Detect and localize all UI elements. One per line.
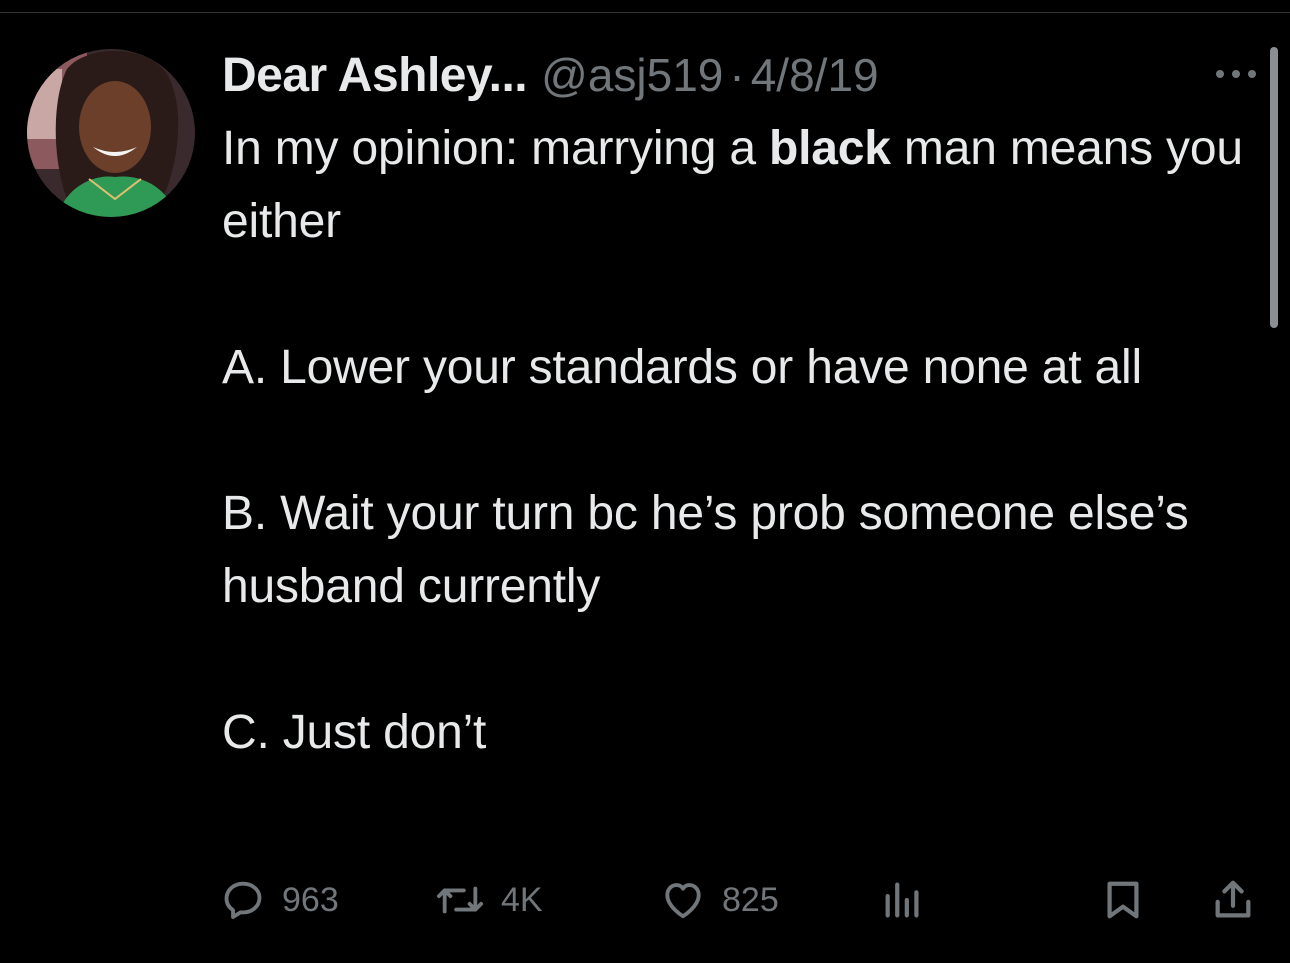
avatar[interactable]: [27, 49, 195, 217]
display-name[interactable]: Dear Ashley...: [222, 41, 528, 111]
tweet-date[interactable]: 4/8/19: [751, 40, 879, 110]
tweet: Dear Ashley... @asj519 · 4/8/19 In my op…: [222, 40, 1252, 769]
retweet-count: 4K: [501, 880, 543, 919]
tweet-option-a: A. Lower your standards or have none at …: [222, 341, 1142, 394]
tweet-text-bold: black: [769, 122, 891, 175]
tweet-text: In my opinion: marrying a black man mean…: [222, 112, 1252, 769]
bookmark-icon: [1107, 881, 1139, 919]
share-button[interactable]: [1210, 872, 1256, 928]
reply-icon: [224, 881, 262, 919]
share-icon: [1215, 880, 1251, 918]
scrollbar[interactable]: [1270, 47, 1278, 328]
avatar-photo: [27, 49, 195, 217]
reply-button[interactable]: 963: [220, 872, 339, 928]
tweet-actions: 963 4K 825: [220, 872, 1260, 928]
reply-count: 963: [282, 880, 339, 919]
views-button[interactable]: [880, 872, 926, 928]
like-button[interactable]: 825: [660, 872, 779, 928]
tweet-header: Dear Ashley... @asj519 · 4/8/19: [222, 40, 1252, 110]
like-count: 825: [722, 880, 779, 919]
bookmark-button[interactable]: [1100, 872, 1146, 928]
tweet-option-b: B. Wait your turn bc he’s prob someone e…: [222, 487, 1189, 613]
heart-icon: [665, 883, 701, 919]
top-divider: [0, 12, 1290, 13]
retweet-button[interactable]: 4K: [435, 872, 543, 928]
tweet-option-c: C. Just don’t: [222, 706, 487, 759]
views-chart-icon: [885, 882, 919, 918]
retweet-icon: [436, 886, 483, 914]
more-horizontal-icon[interactable]: [1214, 66, 1258, 82]
tweet-intro-paragraph: In my opinion: marrying a black man mean…: [222, 112, 1252, 258]
user-handle[interactable]: @asj519: [541, 40, 723, 110]
tweet-text-part: In my opinion: marrying a: [222, 122, 770, 175]
separator-dot: ·: [729, 49, 745, 101]
